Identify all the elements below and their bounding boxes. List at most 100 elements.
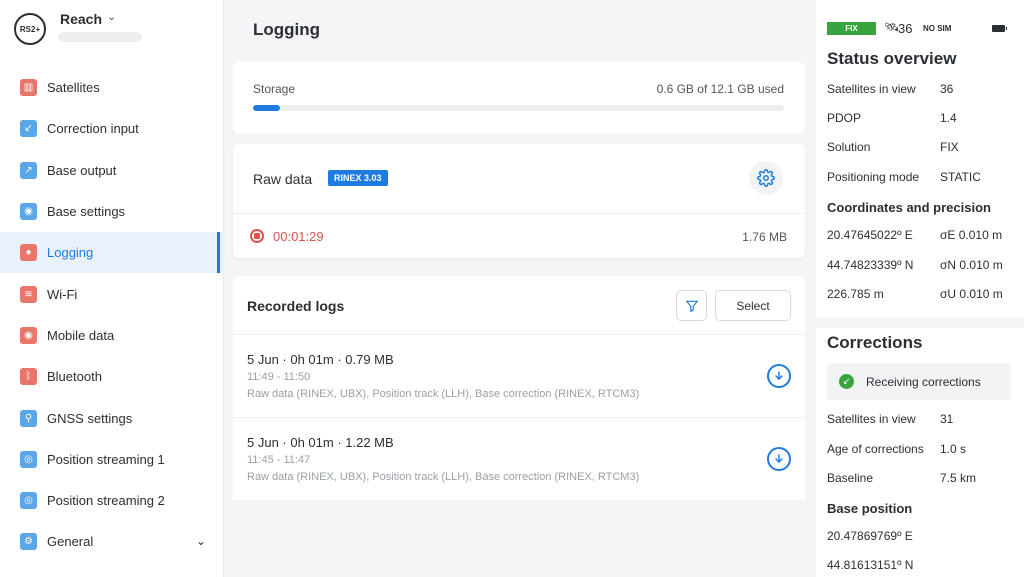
- corrections-label: Baseline: [827, 471, 874, 485]
- overview-value: STATIC: [940, 170, 981, 184]
- status-panel: FIX 🛰 36 NO SIM Status overview Satellit…: [816, 0, 1024, 577]
- sidebar-item-label: Mobile data: [47, 327, 115, 343]
- divider: [233, 213, 805, 214]
- base-position-title: Base position: [827, 501, 913, 516]
- overview-value: 1.4: [940, 111, 957, 125]
- sidebar-item-position-streaming-1[interactable]: ◎ Position streaming 1: [0, 439, 224, 480]
- overview-label: Positioning mode: [827, 170, 920, 184]
- sidebar-item-mobile-data[interactable]: ◉ Mobile data: [0, 315, 224, 356]
- coordinate-precision: σE 0.010 m: [940, 228, 1003, 242]
- coordinate-value: 20.47645022º E: [827, 228, 913, 242]
- storage-value: 0.6 GB of 12.1 GB used: [656, 82, 784, 96]
- battery-icon: [992, 25, 1007, 32]
- sidebar-item-general[interactable]: ⚙ General ⌄: [0, 521, 224, 562]
- stream-icon: ◎: [20, 450, 37, 468]
- stop-recording-button[interactable]: [250, 229, 264, 243]
- recording-elapsed: 00:01:29: [273, 229, 324, 244]
- antenna-icon: ◉: [20, 203, 37, 221]
- base-coordinate: 44.81613151º N: [827, 558, 914, 572]
- divider: [816, 318, 1024, 328]
- sidebar-item-bluetooth[interactable]: ᛒ Bluetooth: [0, 356, 224, 397]
- sidebar-item-label: GNSS settings: [47, 410, 133, 426]
- coordinate-precision: σN 0.010 m: [940, 258, 1003, 272]
- gear-icon: [757, 169, 775, 187]
- list-item[interactable]: 5 Jun · 0h 01m · 1.22 MB 11:45 - 11:47 R…: [233, 418, 805, 501]
- stop-icon: [254, 233, 260, 239]
- status-bar: FIX 🛰 36 NO SIM: [827, 20, 1012, 36]
- storage-card: Storage 0.6 GB of 12.1 GB used: [233, 62, 805, 134]
- coordinate-value: 44.74823339º N: [827, 258, 914, 272]
- format-badge: RINEX 3.03: [328, 170, 388, 186]
- page-title: Logging: [253, 20, 321, 39]
- recorded-logs-title: Recorded logs: [247, 298, 345, 314]
- satellite-icon: 🛰: [884, 20, 900, 34]
- overview-label: PDOP: [827, 111, 862, 125]
- arrow-down-left-icon: ↙: [839, 374, 854, 389]
- sidebar-item-label: Wi-Fi: [47, 286, 78, 302]
- list-item[interactable]: 5 Jun · 0h 01m · 0.79 MB 11:49 - 11:50 R…: [233, 335, 805, 418]
- sidebar-item-correction-input[interactable]: ↙ Correction input: [0, 108, 224, 149]
- status-overview-title: Status overview: [827, 49, 957, 68]
- sidebar-item-position-streaming-2[interactable]: ◎ Position streaming 2: [0, 480, 224, 521]
- download-icon: [775, 454, 783, 464]
- sidebar-item-label: Logging: [47, 245, 94, 261]
- bluetooth-icon: ᛒ: [20, 368, 37, 386]
- corrections-status-text: Receiving corrections: [866, 375, 981, 389]
- antenna-icon: ◉: [20, 326, 37, 344]
- record-icon: ●: [20, 244, 37, 262]
- sidebar-item-gnss-settings[interactable]: ⚲ GNSS settings: [0, 397, 224, 438]
- raw-data-card: Raw data RINEX 3.03 00:01:29 1.76 MB: [233, 144, 805, 258]
- chevron-down-icon: ⌄: [107, 11, 117, 23]
- bar-chart-icon: ▥: [20, 79, 37, 97]
- chevron-down-icon: ⌄: [195, 534, 206, 549]
- overview-value: 36: [940, 82, 954, 96]
- log-time-range: 11:45 - 11:47: [247, 454, 311, 466]
- select-button[interactable]: Select: [715, 290, 791, 321]
- raw-data-title: Raw data: [253, 171, 313, 187]
- sidebar-item-label: Satellites: [47, 80, 100, 96]
- sidebar-item-wifi[interactable]: ≋ Wi-Fi: [0, 273, 224, 314]
- satellite-count: 36: [898, 21, 913, 36]
- device-name: Reach: [60, 11, 103, 27]
- sidebar-item-base-output[interactable]: ↗ Base output: [0, 150, 224, 191]
- sidebar-item-label: Correction input: [47, 121, 139, 137]
- corrections-label: Age of corrections: [827, 442, 924, 456]
- sidebar-item-satellites[interactable]: ▥ Satellites: [0, 67, 224, 108]
- corrections-value: 31: [940, 412, 954, 426]
- raw-settings-button[interactable]: [749, 161, 783, 195]
- wifi-icon: ≋: [20, 285, 37, 303]
- recording-size: 1.76 MB: [742, 230, 787, 244]
- storage-bar-fill: [253, 105, 280, 111]
- log-time-range: 11:49 - 11:50: [247, 371, 311, 383]
- sidebar-item-label: Base output: [47, 162, 117, 178]
- log-summary: 5 Jun · 0h 01m · 0.79 MB: [247, 352, 394, 367]
- overview-label: Solution: [827, 140, 871, 154]
- download-button[interactable]: [767, 447, 791, 471]
- corrections-status: ↙ Receiving corrections: [827, 363, 1011, 400]
- corrections-label: Satellites in view: [827, 412, 916, 426]
- overview-value: FIX: [940, 140, 959, 154]
- sidebar-nav: ▥ Satellites ↙ Correction input ↗ Base o…: [0, 67, 224, 563]
- sidebar-item-label: General: [47, 534, 94, 550]
- sidebar-item-base-settings[interactable]: ◉ Base settings: [0, 191, 224, 232]
- recorded-logs-card: Recorded logs Select 5 Jun · 0h 01m · 0.…: [233, 276, 805, 500]
- arrow-down-left-icon: ↙: [20, 120, 37, 138]
- storage-label: Storage: [253, 82, 296, 96]
- sidebar-item-label: Position streaming 2: [47, 493, 165, 509]
- sidebar: RS2+ Reach ⌄ ▥ Satellites ↙ Correction i…: [0, 0, 224, 577]
- download-icon: [775, 371, 783, 381]
- storage-bar: [253, 105, 784, 111]
- coordinate-precision: σU 0.010 m: [940, 287, 1003, 301]
- coordinates-title: Coordinates and precision: [827, 200, 991, 215]
- filter-button[interactable]: [676, 290, 707, 321]
- download-button[interactable]: [767, 364, 791, 388]
- log-contents: Raw data (RINEX, UBX), Position track (L…: [247, 388, 640, 400]
- device-selector[interactable]: RS2+ Reach ⌄: [14, 10, 214, 50]
- sidebar-item-label: Position streaming 1: [47, 451, 165, 467]
- gear-icon: ⚙: [20, 533, 37, 551]
- arrow-up-right-icon: ↗: [20, 161, 37, 179]
- fix-badge: FIX: [827, 22, 876, 35]
- overview-label: Satellites in view: [827, 82, 916, 96]
- sidebar-item-logging[interactable]: ● Logging: [0, 232, 224, 274]
- corrections-value: 7.5 km: [940, 471, 977, 485]
